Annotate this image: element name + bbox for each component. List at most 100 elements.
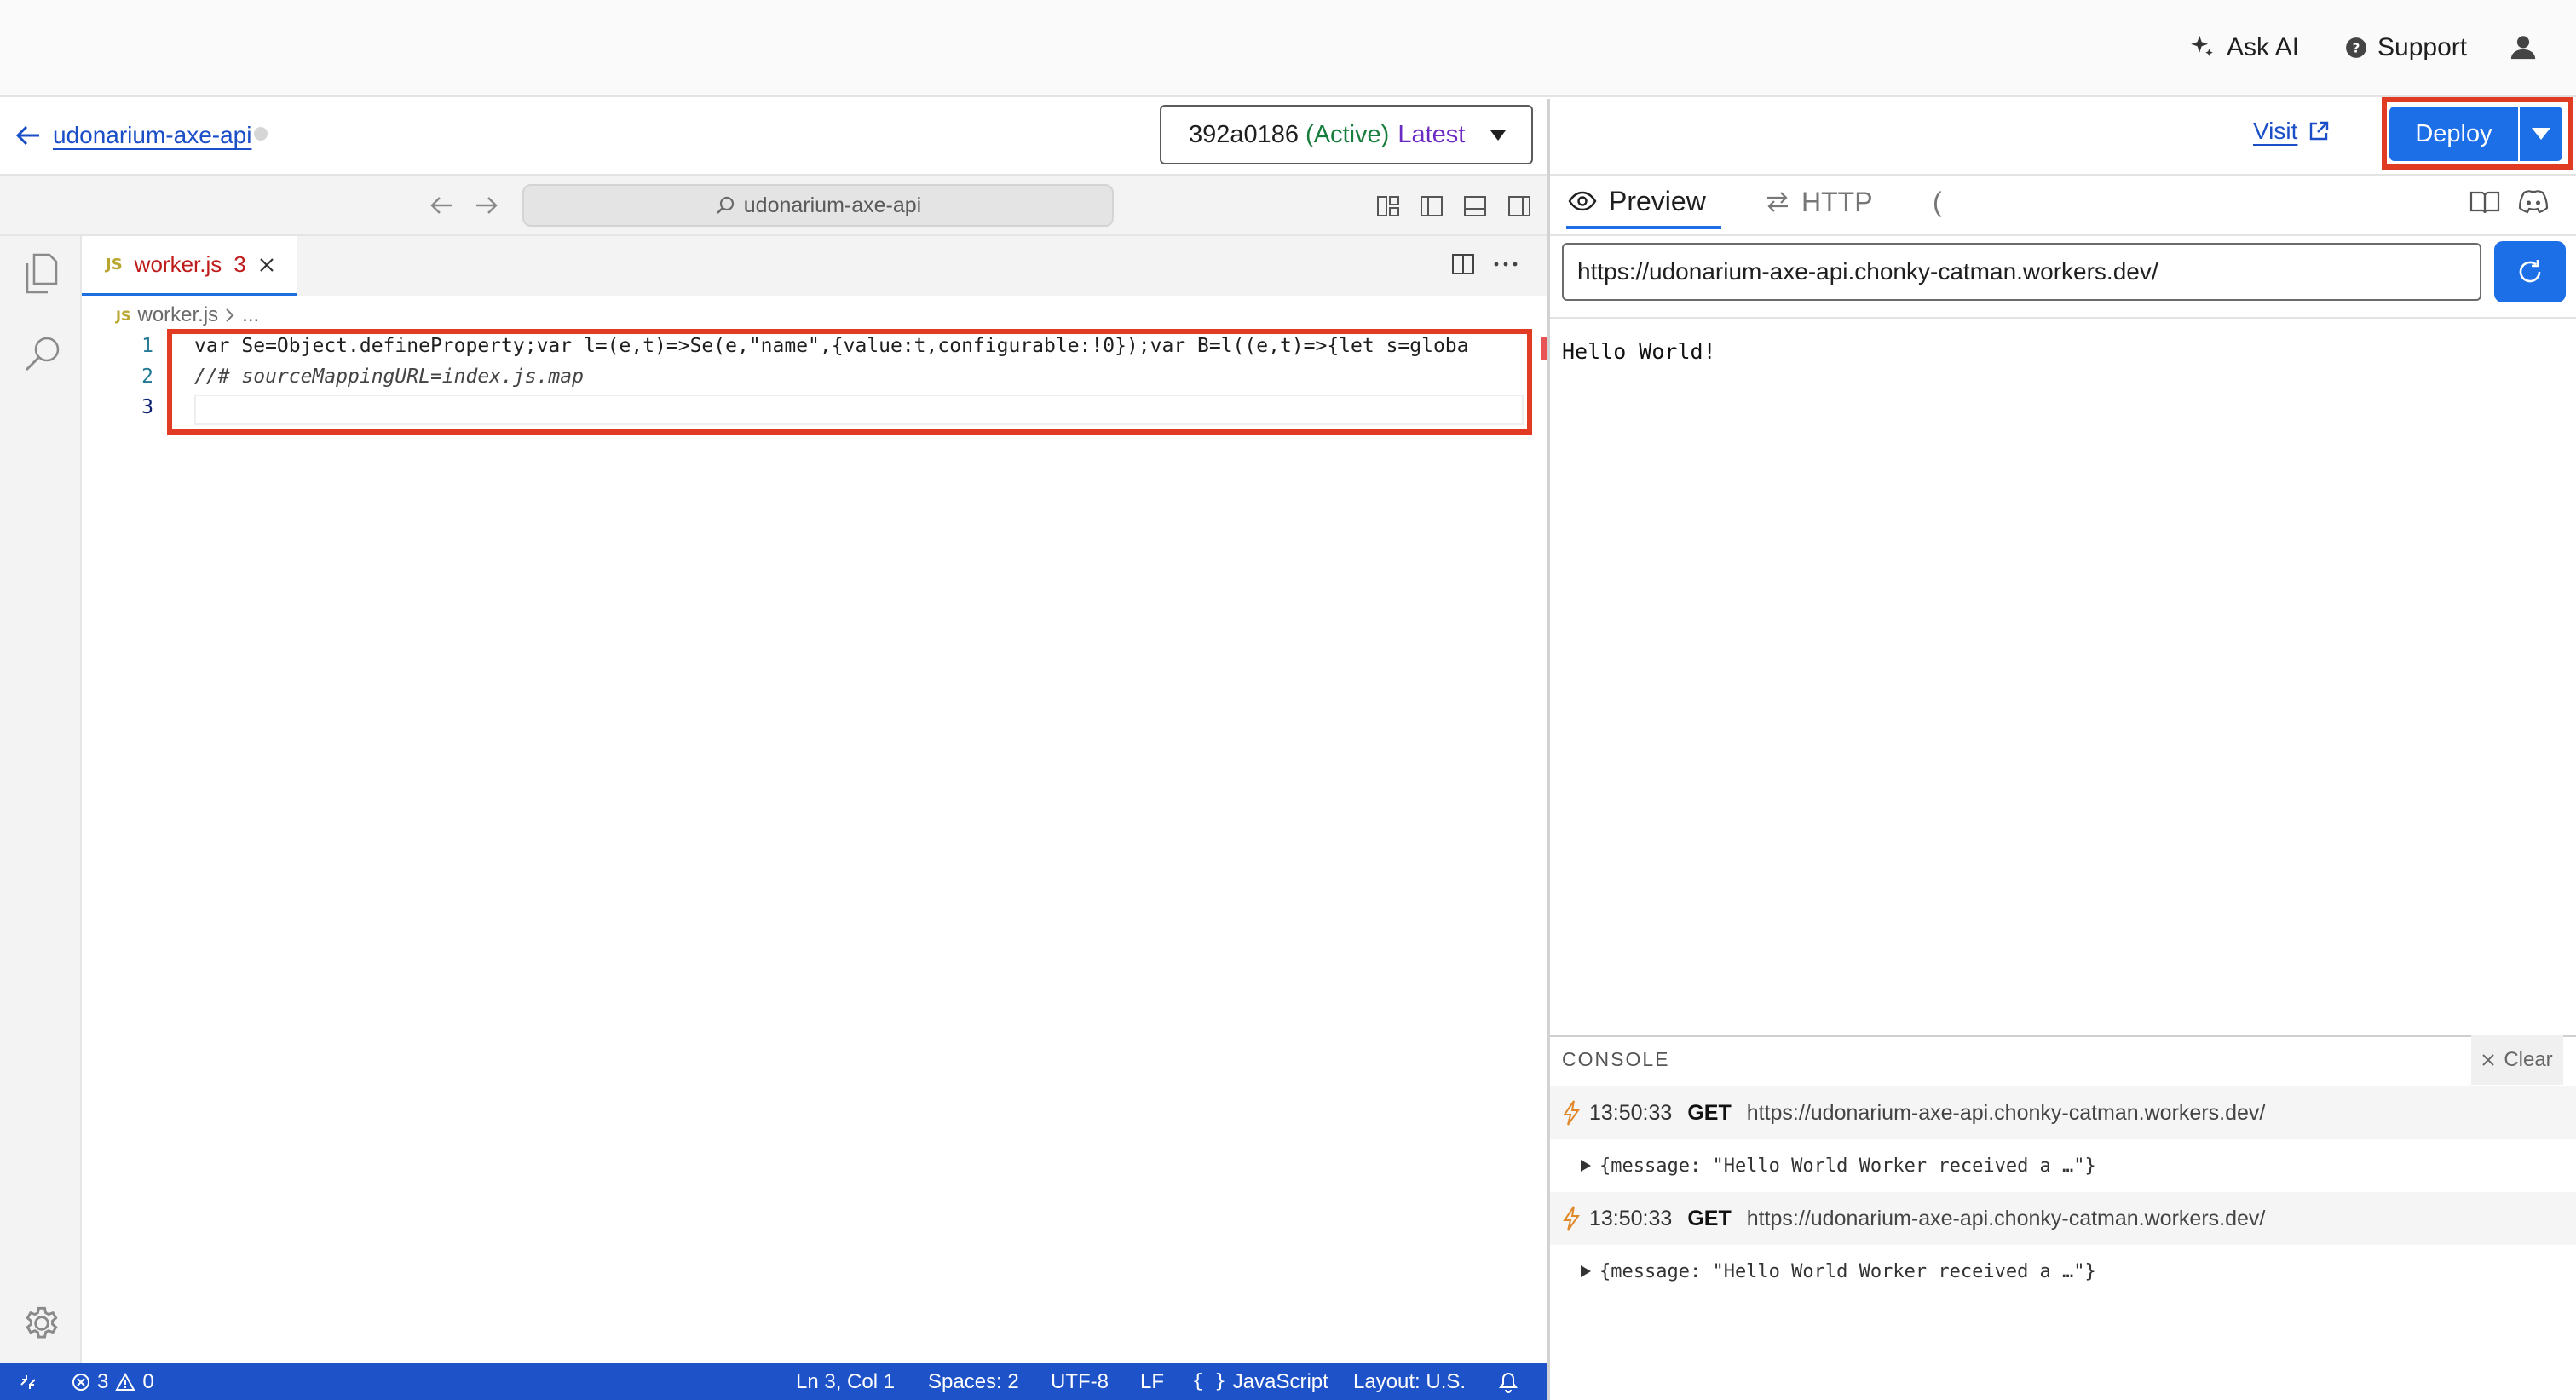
discord-icon[interactable] [2517,189,2550,215]
close-icon [2481,1053,2495,1067]
braces-icon: { } [1192,1371,1226,1392]
tab-preview-label: Preview [1609,185,1706,216]
preview-url-input[interactable] [1562,243,2481,301]
tab-worker-js[interactable]: JS worker.js 3 [82,236,297,296]
toggle-panel-icon[interactable] [1463,194,1487,218]
warning-icon [115,1372,136,1391]
close-icon[interactable] [258,256,275,274]
toggle-secondary-sidebar-icon[interactable] [1507,194,1531,218]
warning-count: 0 [142,1369,154,1393]
visit-link[interactable]: Visit [2253,114,2330,148]
ask-ai-label: Ask AI [2227,33,2300,61]
breadcrumb: JS worker.js ... [116,300,259,331]
nav-forward-icon[interactable] [474,194,499,216]
log-method: GET [1687,1206,1732,1230]
error-icon [72,1373,90,1391]
preview-frame[interactable] [1550,317,2576,1035]
eol-status[interactable]: LF [1140,1363,1164,1400]
lightning-icon [1562,1206,1581,1231]
chevron-right-icon [225,308,235,323]
deploy-highlight-box [2382,97,2573,170]
support-button[interactable]: ? Support [2345,26,2467,70]
tab-preview[interactable]: Preview [1566,176,1721,229]
sparkle-icon [2187,33,2216,62]
console-log-row[interactable]: {message: "Hello World Worker received a… [1550,1139,2576,1192]
refresh-button[interactable] [2494,241,2566,302]
log-object: {message: "Hello World Worker received a… [1599,1155,2096,1177]
search-icon [715,195,735,216]
code-editor[interactable] [82,296,1547,1363]
clear-console-button[interactable]: Clear [2471,1035,2563,1085]
line-number: 1 [141,335,153,357]
help-icon: ? [2345,37,2367,59]
log-url: https://udonarium-axe-api.chonky-catman.… [1746,1206,2266,1230]
activity-bar [0,236,82,1363]
version-tag: Latest [1397,120,1466,148]
js-file-icon: JS [116,307,131,324]
encoding-status[interactable]: UTF-8 [1051,1363,1109,1400]
breadcrumb-rest[interactable]: ... [242,303,259,327]
tab-problem-count: 3 [233,251,246,277]
clear-label: Clear [2504,1048,2553,1071]
indentation-status[interactable]: Spaces: 2 [928,1363,1019,1400]
svg-text:?: ? [2353,40,2360,55]
support-label: Support [2377,33,2468,61]
console-request-row[interactable]: 13:50:33 GET https://udonarium-axe-api.c… [1550,1192,2576,1245]
notifications-bell-icon[interactable] [1498,1363,1519,1400]
nav-back-icon[interactable] [429,194,454,216]
version-status: (Active) [1305,120,1390,148]
visit-label: Visit [2253,118,2298,144]
cursor-position[interactable]: Ln 3, Col 1 [796,1363,895,1400]
log-method: GET [1687,1100,1732,1125]
worker-name: udonarium-axe-api [53,122,252,148]
command-center[interactable]: udonarium-axe-api [522,184,1114,227]
command-center-label: udonarium-axe-api [743,193,922,217]
tab-http-label: HTTP [1801,186,1873,217]
status-bar: 3 0 Ln 3, Col 1 Spaces: 2 UTF-8 LF { } J… [0,1363,1547,1400]
caret-down-icon [1490,130,1506,141]
version-select[interactable]: 392a0186 (Active) Latest [1160,105,1533,164]
overview-ruler-error-mark [1541,337,1547,360]
docs-book-icon[interactable] [2469,189,2500,215]
expand-triangle-icon[interactable] [1581,1265,1591,1277]
keyboard-layout-status[interactable]: Layout: U.S. [1353,1363,1466,1400]
error-count: 3 [97,1369,109,1393]
more-actions-icon[interactable] [1493,252,1519,276]
swap-arrows-icon [1766,191,1789,213]
language-label: JavaScript [1232,1369,1328,1393]
explorer-files-icon[interactable] [24,253,60,294]
settings-gear-icon[interactable] [20,1302,63,1345]
ask-ai-button[interactable]: Ask AI [2187,26,2299,70]
status-dot [254,127,268,141]
tab-file-name: worker.js [134,251,222,277]
back-to-worker-link[interactable]: udonarium-axe-api [15,118,251,153]
line-number: 3 [141,396,153,418]
toggle-primary-sidebar-icon[interactable] [1420,194,1444,218]
line-number: 2 [141,366,153,388]
split-editor-icon[interactable] [1451,252,1475,276]
arrow-left-icon [15,124,41,147]
external-link-icon [2308,120,2330,142]
remote-indicator[interactable] [19,1363,37,1400]
eye-icon [1568,191,1597,211]
console-title: CONSOLE [1562,1048,1670,1070]
search-activity-icon[interactable] [24,335,61,372]
log-object: {message: "Hello World Worker received a… [1599,1260,2096,1282]
console-request-row[interactable]: 13:50:33 GET https://udonarium-axe-api.c… [1550,1086,2576,1139]
expand-triangle-icon[interactable] [1581,1160,1591,1172]
language-mode[interactable]: { } JavaScript [1192,1363,1328,1400]
customize-layout-icon[interactable] [1376,194,1400,218]
tab-http[interactable]: HTTP [1766,176,1873,228]
problems-status[interactable]: 3 0 [72,1363,154,1400]
breadcrumb-file[interactable]: worker.js [137,303,218,327]
preview-output-text: Hello World! [1562,339,1716,364]
refresh-icon [2515,257,2544,286]
editor-tab-strip [82,236,1547,296]
log-url: https://udonarium-axe-api.chonky-catman.… [1746,1100,2266,1125]
console-log-row[interactable]: {message: "Hello World Worker received a… [1550,1245,2576,1298]
tab-truncated[interactable]: ( [1933,176,1942,228]
code-highlight-box [167,329,1532,435]
version-id: 392a0186 [1189,120,1300,148]
user-account-icon[interactable] [2509,32,2538,61]
js-file-icon: JS [106,256,123,274]
